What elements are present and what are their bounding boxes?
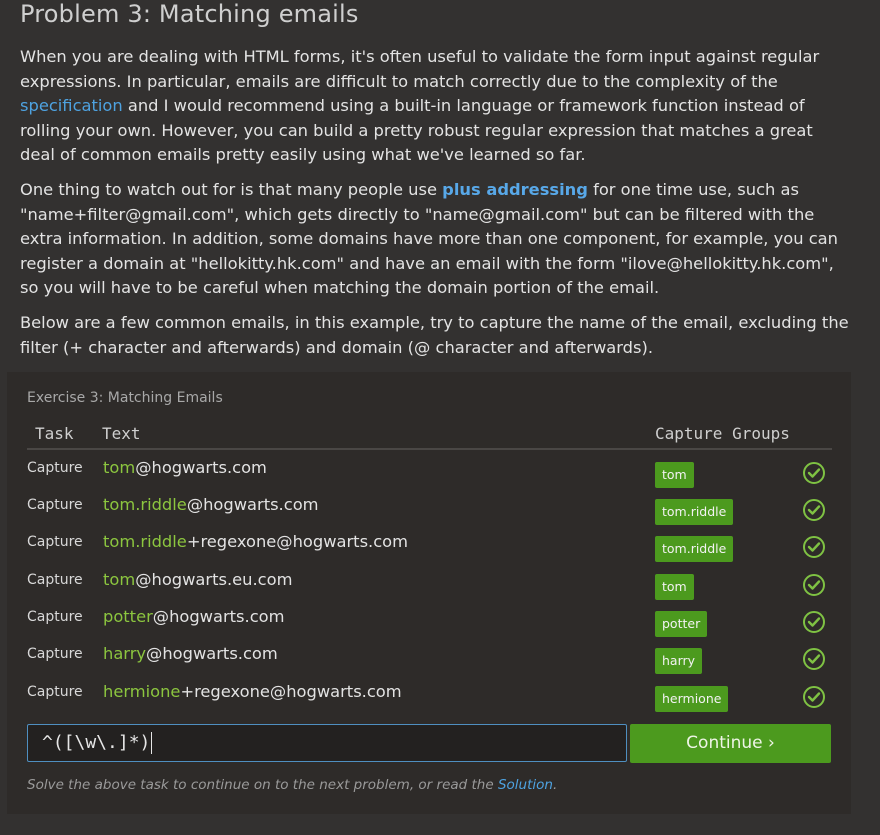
- table-row: Capture tom.riddle+regexone@hogwarts.com t…: [27, 532, 832, 571]
- row-task: Capture: [27, 646, 83, 662]
- column-header-capture-groups: Capture Groups: [655, 424, 790, 443]
- hint-text-b: .: [552, 777, 558, 793]
- hint-text: Solve the above task to continue on to t…: [27, 777, 557, 793]
- check-circle-icon: [803, 611, 825, 633]
- row-text: tom@hogwarts.eu.com: [103, 570, 292, 589]
- row-task: Capture: [27, 534, 83, 550]
- row-text-match: potter: [103, 607, 153, 626]
- capture-group-badge: hermione: [655, 686, 729, 712]
- capture-group-badge: potter: [655, 611, 708, 637]
- row-text-rest: @hogwarts.eu.com: [135, 570, 293, 589]
- row-text-match: tom: [103, 458, 136, 477]
- table-row: Capture tom.riddle@hogwarts.com tom.riddle: [27, 495, 832, 534]
- table-row: Capture hermione+regexone@hogwarts.com her…: [27, 682, 832, 721]
- row-text-rest: @hogwarts.com: [186, 495, 319, 514]
- plus-addressing-paragraph: One thing to watch out for is that many …: [20, 178, 850, 301]
- capture-group-badge: tom: [655, 462, 694, 488]
- capture-group-badge: tom.riddle: [655, 499, 734, 525]
- row-text: tom@hogwarts.com: [103, 458, 267, 477]
- check-circle-icon: [803, 574, 825, 596]
- check-circle-icon: [803, 648, 825, 670]
- row-text: harry@hogwarts.com: [103, 644, 278, 663]
- row-text-match: hermione: [103, 682, 181, 701]
- row-text-rest: @hogwarts.com: [152, 607, 285, 626]
- plus-text-a: One thing to watch out for is that many …: [20, 180, 443, 199]
- regex-input-value: ^([\w\.]*): [42, 732, 151, 753]
- intro-paragraph: When you are dealing with HTML forms, it…: [20, 45, 850, 168]
- row-text-match: tom: [103, 570, 136, 589]
- row-text-rest: @hogwarts.com: [135, 458, 267, 477]
- text-caret: [151, 732, 153, 754]
- row-text-rest: +regexone@hogwarts.com: [186, 532, 408, 551]
- row-text: tom.riddle+regexone@hogwarts.com: [103, 532, 408, 551]
- specification-link[interactable]: specification: [20, 96, 123, 115]
- intro-text-a: When you are dealing with HTML forms, it…: [20, 47, 820, 91]
- solution-link[interactable]: Solution: [498, 777, 553, 793]
- row-task: Capture: [27, 684, 83, 700]
- page-title: Problem 3: Matching emails: [20, 0, 359, 28]
- check-circle-icon: [803, 536, 825, 558]
- row-text-rest: +regexone@hogwarts.com: [180, 682, 402, 701]
- regex-input[interactable]: ^([\w\.]*): [27, 724, 627, 762]
- plus-addressing-link[interactable]: plus addressing: [442, 180, 588, 199]
- check-circle-icon: [803, 499, 825, 521]
- column-header-task: Task: [35, 424, 74, 443]
- capture-group-badge: harry: [655, 648, 703, 674]
- table-row: Capture tom@hogwarts.com tom: [27, 458, 832, 497]
- row-text-rest: @hogwarts.com: [146, 644, 278, 663]
- row-text: hermione+regexone@hogwarts.com: [103, 682, 402, 701]
- intro-text-b: and I would recommend using a built-in l…: [20, 96, 813, 165]
- row-task: Capture: [27, 460, 83, 476]
- exercise-title: Exercise 3: Matching Emails: [27, 390, 223, 406]
- hint-text-a: Solve the above task to continue on to t…: [27, 777, 498, 793]
- table-row: Capture harry@hogwarts.com harry: [27, 644, 832, 683]
- row-text-match: harry: [103, 644, 147, 663]
- continue-button[interactable]: Continue ›: [630, 724, 831, 763]
- capture-group-badge: tom: [655, 574, 694, 600]
- row-text: tom.riddle@hogwarts.com: [103, 495, 319, 514]
- table-row: Capture tom@hogwarts.eu.com tom: [27, 570, 832, 609]
- check-circle-icon: [803, 686, 825, 708]
- exercise-panel: Exercise 3: Matching Emails Task Text Ca…: [7, 372, 851, 814]
- column-header-text: Text: [102, 424, 141, 443]
- instructions-paragraph: Below are a few common emails, in this e…: [20, 313, 849, 357]
- row-text: potter@hogwarts.com: [103, 607, 284, 626]
- row-task: Capture: [27, 497, 83, 513]
- row-task: Capture: [27, 609, 83, 625]
- table-row: Capture potter@hogwarts.com potter: [27, 607, 832, 646]
- capture-group-badge: tom.riddle: [655, 536, 734, 562]
- row-text-match: tom.riddle: [103, 495, 187, 514]
- header-divider: [27, 448, 832, 450]
- check-circle-icon: [803, 462, 825, 484]
- row-text-match: tom.riddle: [103, 532, 187, 551]
- row-task: Capture: [27, 572, 83, 588]
